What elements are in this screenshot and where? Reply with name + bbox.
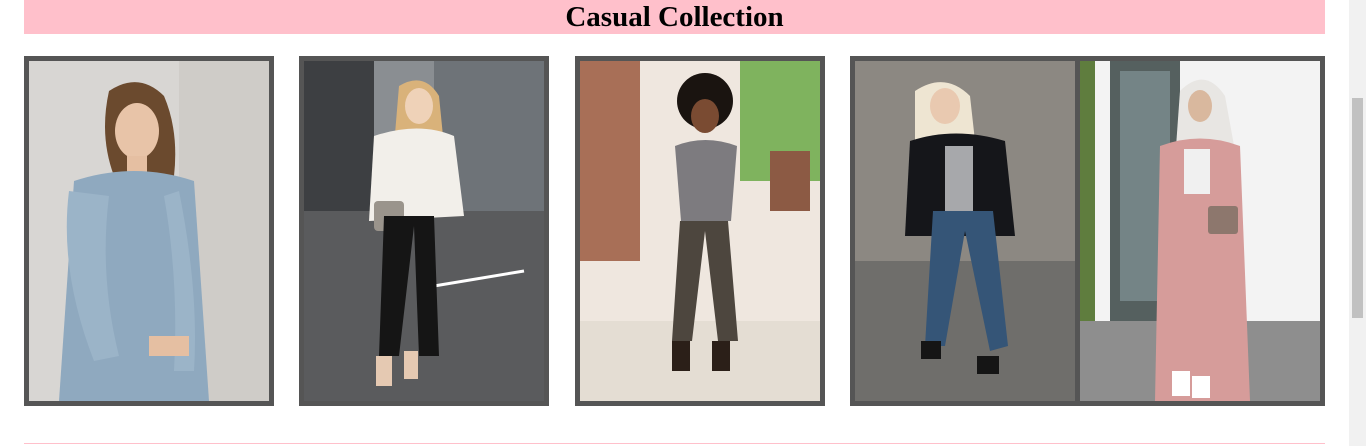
section-header: Casual Collection [24, 0, 1325, 34]
gallery-card-3[interactable] [575, 56, 825, 406]
photo-white-sweater [304, 61, 544, 401]
scrollbar-thumb[interactable] [1352, 98, 1363, 318]
gallery-card-2[interactable] [299, 56, 549, 406]
photo-pink-duster [1080, 61, 1320, 401]
section-divider [24, 443, 1325, 444]
gallery-card-5[interactable] [1075, 56, 1325, 406]
section-title: Casual Collection [565, 1, 784, 33]
photo-gray-tee [580, 61, 820, 401]
page-scrollbar[interactable] [1349, 0, 1366, 446]
gallery-card-4[interactable] [850, 56, 1100, 406]
photo-denim-jacket [29, 61, 269, 401]
photo-black-blazer [855, 61, 1095, 401]
gallery-card-1[interactable] [24, 56, 274, 406]
